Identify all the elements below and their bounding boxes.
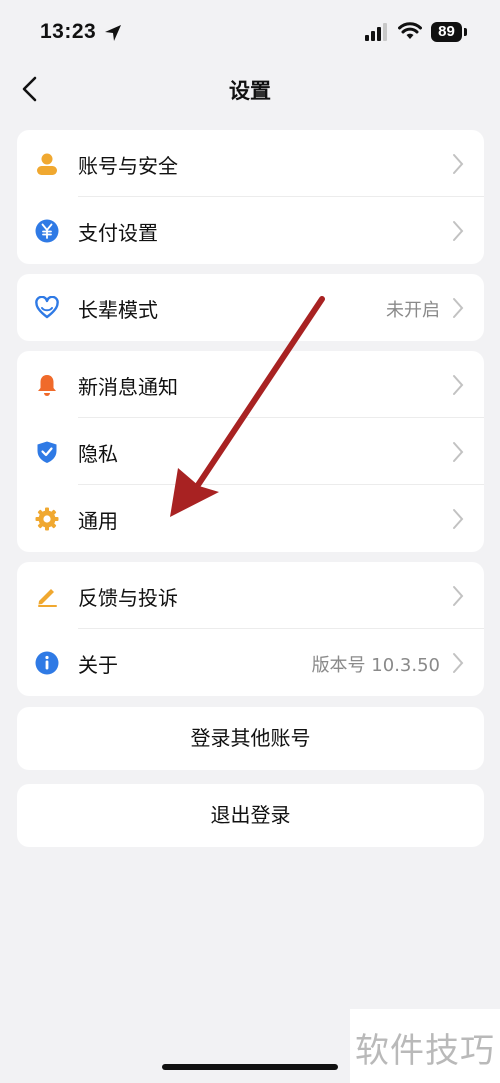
- settings-section-general: 新消息通知 隐私 通用: [17, 351, 484, 552]
- settings-item-notifications[interactable]: 新消息通知: [17, 351, 484, 418]
- pencil-icon: [38, 589, 57, 607]
- nav-bar: 设置: [0, 66, 500, 114]
- chevron-right-icon: [453, 154, 464, 174]
- settings-item-privacy[interactable]: 隐私: [17, 418, 484, 485]
- battery-indicator: 89: [431, 22, 462, 42]
- settings-item-elder-mode[interactable]: 长辈模式 未开启: [17, 274, 484, 341]
- settings-item-feedback[interactable]: 反馈与投诉: [17, 562, 484, 629]
- status-bar: 13:23 89: [0, 0, 500, 66]
- switch-account-button[interactable]: 登录其他账号: [17, 707, 484, 770]
- chevron-right-icon: [453, 298, 464, 318]
- app-version: 版本号 10.3.50: [311, 655, 440, 676]
- chevron-right-icon: [453, 221, 464, 241]
- yen-icon: [35, 219, 59, 243]
- gear-icon: [35, 507, 59, 531]
- settings-item-label: 长辈模式: [78, 298, 158, 322]
- settings-item-label: 账号与安全: [78, 154, 178, 178]
- settings-item-label: 反馈与投诉: [78, 586, 178, 610]
- chevron-right-icon: [453, 653, 464, 673]
- chevron-right-icon: [453, 442, 464, 462]
- watermark: 软件技巧: [350, 1009, 500, 1083]
- settings-item-label: 通用: [78, 509, 118, 533]
- shield-icon: [37, 441, 57, 463]
- home-indicator: [162, 1064, 338, 1070]
- elder-mode-status: 未开启: [386, 300, 440, 321]
- location-arrow-icon: [105, 25, 121, 41]
- settings-item-label: 关于: [78, 653, 118, 677]
- chevron-right-icon: [453, 586, 464, 606]
- settings-section-support: 反馈与投诉 关于 版本号 10.3.50: [17, 562, 484, 696]
- chevron-right-icon: [453, 375, 464, 395]
- settings-item-label: 新消息通知: [78, 375, 178, 399]
- bell-icon: [38, 375, 56, 396]
- page-title: 设置: [229, 79, 271, 103]
- heart-icon: [35, 296, 59, 319]
- status-time: 13:23: [40, 20, 97, 43]
- settings-item-payment[interactable]: 支付设置: [17, 197, 484, 264]
- settings-item-general[interactable]: 通用: [17, 485, 484, 552]
- wifi-icon: [398, 22, 422, 39]
- battery-tip: [464, 28, 467, 36]
- settings-item-account-security[interactable]: 账号与安全: [17, 130, 484, 197]
- settings-item-label: 支付设置: [78, 221, 158, 245]
- cellular-signal-icon: [365, 23, 387, 41]
- settings-section-account: 账号与安全 支付设置: [17, 130, 484, 264]
- watermark-text: 软件技巧: [355, 1031, 495, 1071]
- settings-item-label: 隐私: [78, 442, 118, 466]
- logout-button[interactable]: 退出登录: [17, 784, 484, 847]
- user-icon: [37, 153, 57, 175]
- info-icon: [35, 651, 59, 675]
- settings-section-elder: 长辈模式 未开启: [17, 274, 484, 341]
- settings-item-about[interactable]: 关于 版本号 10.3.50: [17, 629, 484, 696]
- chevron-right-icon: [453, 509, 464, 529]
